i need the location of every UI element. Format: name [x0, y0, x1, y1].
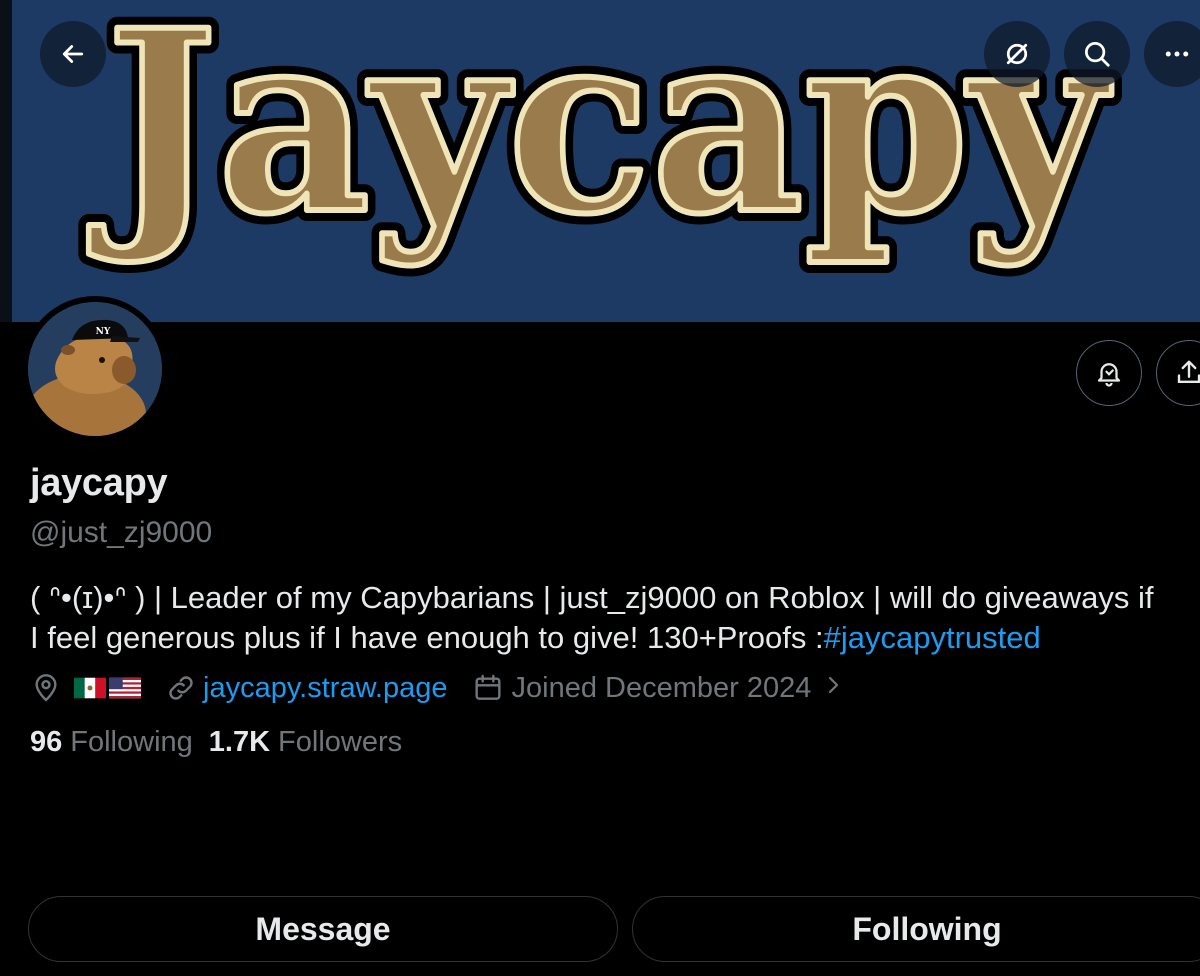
- usa-flag-icon: [109, 677, 141, 699]
- followers-label: Followers: [278, 726, 403, 758]
- following-stat[interactable]: 96 Following: [30, 726, 193, 759]
- profile-meta-row: jaycapy.straw.page Joined December 2024: [30, 668, 845, 708]
- following-label: Following: [70, 726, 193, 758]
- arrow-left-icon: [62, 45, 84, 63]
- profile-bio: ( ᐢ•(ɪ)•ᐢ ) | Leader of my Capybarians |…: [30, 578, 1200, 658]
- search-button[interactable]: [1064, 21, 1130, 87]
- location: [30, 672, 141, 704]
- grok-button[interactable]: [984, 21, 1050, 87]
- calendar-icon: [474, 674, 501, 700]
- followers-count: 1.7K: [208, 726, 271, 758]
- search-icon: [1085, 42, 1110, 67]
- avatar[interactable]: NY: [22, 296, 168, 442]
- joined-date-text: Joined December 2024: [511, 671, 812, 704]
- share-button[interactable]: [1156, 340, 1200, 406]
- following-button[interactable]: Following: [632, 896, 1200, 962]
- follow-stats: 96 Following 1.7K Followers: [30, 726, 402, 759]
- bio-hashtag-link[interactable]: #jaycapytrusted: [824, 620, 1041, 655]
- notify-button[interactable]: [1076, 340, 1142, 406]
- slashed-circle-icon: [1006, 43, 1028, 65]
- share-icon: [1177, 360, 1200, 383]
- message-button[interactable]: Message: [28, 896, 618, 962]
- followers-stat[interactable]: 1.7K Followers: [209, 726, 402, 759]
- profile-website-link[interactable]: jaycapy.straw.page: [165, 672, 448, 705]
- capybara-avatar-icon: NY: [28, 302, 162, 436]
- display-name: jaycapy: [30, 462, 168, 504]
- user-handle: @just_zj9000: [30, 516, 213, 549]
- more-horizontal-icon: [1165, 51, 1189, 57]
- notification-bell-icon: [1097, 363, 1121, 387]
- bio-line-2-text: I feel generous plus if I have enough to…: [30, 620, 824, 655]
- avatar-cap-logo: NY: [96, 327, 111, 337]
- link-icon: [169, 676, 193, 700]
- joined-date[interactable]: Joined December 2024: [472, 672, 846, 705]
- following-count: 96: [30, 726, 63, 758]
- back-button[interactable]: [40, 21, 106, 87]
- mexico-flag-icon: [74, 677, 106, 699]
- bio-line-1: ( ᐢ•(ɪ)•ᐢ ) | Leader of my Capybarians |…: [30, 580, 1154, 615]
- chevron-right-icon: [821, 672, 845, 705]
- location-pin-icon: [35, 674, 57, 702]
- banner-logo-text-fill: Jaycapy: [88, 0, 1112, 269]
- bio-line-2: I feel generous plus if I have enough to…: [30, 618, 1200, 658]
- website-link-text[interactable]: jaycapy.straw.page: [203, 672, 448, 705]
